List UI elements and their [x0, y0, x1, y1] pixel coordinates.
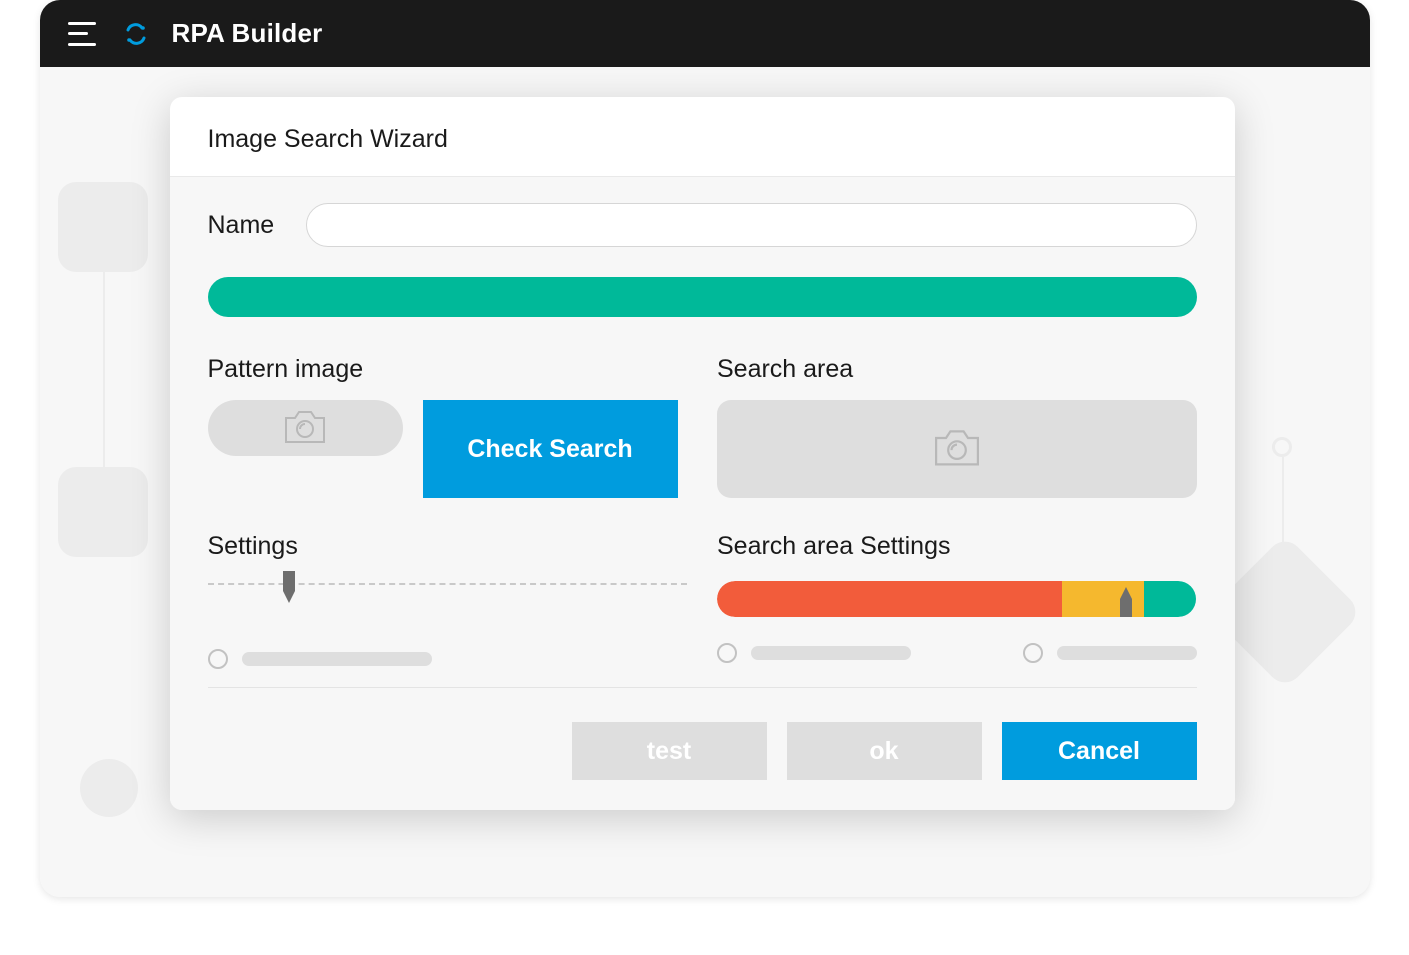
workflow-end-node	[80, 759, 138, 817]
tolerance-slider-handle[interactable]	[1115, 585, 1137, 617]
app-logo-icon	[122, 20, 150, 48]
name-label: Name	[208, 211, 275, 240]
option-placeholder	[1057, 646, 1197, 660]
settings-slider-handle[interactable]	[278, 571, 300, 607]
cancel-button-label: Cancel	[1058, 737, 1140, 766]
search-area-option	[1023, 643, 1197, 663]
radio-button[interactable]	[208, 649, 228, 669]
dialog-footer: test ok Cancel	[170, 702, 1235, 810]
search-area-section: Search area	[717, 355, 1197, 498]
radio-button[interactable]	[1023, 643, 1043, 663]
search-area-label: Search area	[717, 355, 1197, 384]
check-search-label: Check Search	[467, 435, 632, 464]
radio-button[interactable]	[717, 643, 737, 663]
cancel-button[interactable]: Cancel	[1002, 722, 1197, 780]
workflow-connector-dot	[1272, 437, 1292, 457]
pattern-image-section: Pattern image Check Search	[208, 355, 688, 498]
dialog-body: Name Pattern image	[170, 177, 1235, 702]
search-area-settings-section: Search area Settings	[717, 532, 1197, 669]
pattern-image-label: Pattern image	[208, 355, 688, 384]
check-search-button[interactable]: Check Search	[423, 400, 678, 498]
settings-option	[208, 649, 432, 669]
workflow-node	[58, 182, 148, 272]
ok-button[interactable]: ok	[787, 722, 982, 780]
progress-bar	[208, 277, 1197, 317]
workflow-connector	[103, 272, 105, 467]
dialog-title: Image Search Wizard	[208, 125, 1197, 154]
capture-search-area-button[interactable]	[717, 400, 1197, 498]
capture-pattern-button[interactable]	[208, 400, 403, 456]
settings-slider-track[interactable]	[208, 583, 688, 623]
option-placeholder	[242, 652, 432, 666]
name-input[interactable]	[306, 203, 1196, 247]
slider-segment-low	[717, 581, 1062, 617]
workflow-node	[58, 467, 148, 557]
option-placeholder	[751, 646, 911, 660]
test-button-label: test	[647, 737, 691, 766]
titlebar: RPA Builder	[40, 0, 1370, 67]
slider-segment-high	[1144, 581, 1197, 617]
app-window: RPA Builder Image Search Wizard Name P	[40, 0, 1370, 897]
menu-icon[interactable]	[68, 22, 100, 46]
settings-section: Settings	[208, 532, 688, 669]
divider	[208, 687, 1197, 688]
search-area-option	[717, 643, 911, 663]
image-search-wizard-dialog: Image Search Wizard Name Pattern image	[170, 97, 1235, 810]
settings-label: Settings	[208, 532, 688, 561]
name-row: Name	[208, 203, 1197, 247]
camera-icon	[282, 408, 328, 448]
test-button[interactable]: test	[572, 722, 767, 780]
search-area-settings-label: Search area Settings	[717, 532, 1197, 561]
camera-icon	[931, 427, 983, 471]
tolerance-slider[interactable]	[717, 581, 1197, 617]
ok-button-label: ok	[869, 737, 898, 766]
dialog-header: Image Search Wizard	[170, 97, 1235, 177]
app-title: RPA Builder	[172, 18, 323, 49]
workflow-canvas: Image Search Wizard Name Pattern image	[40, 67, 1370, 897]
